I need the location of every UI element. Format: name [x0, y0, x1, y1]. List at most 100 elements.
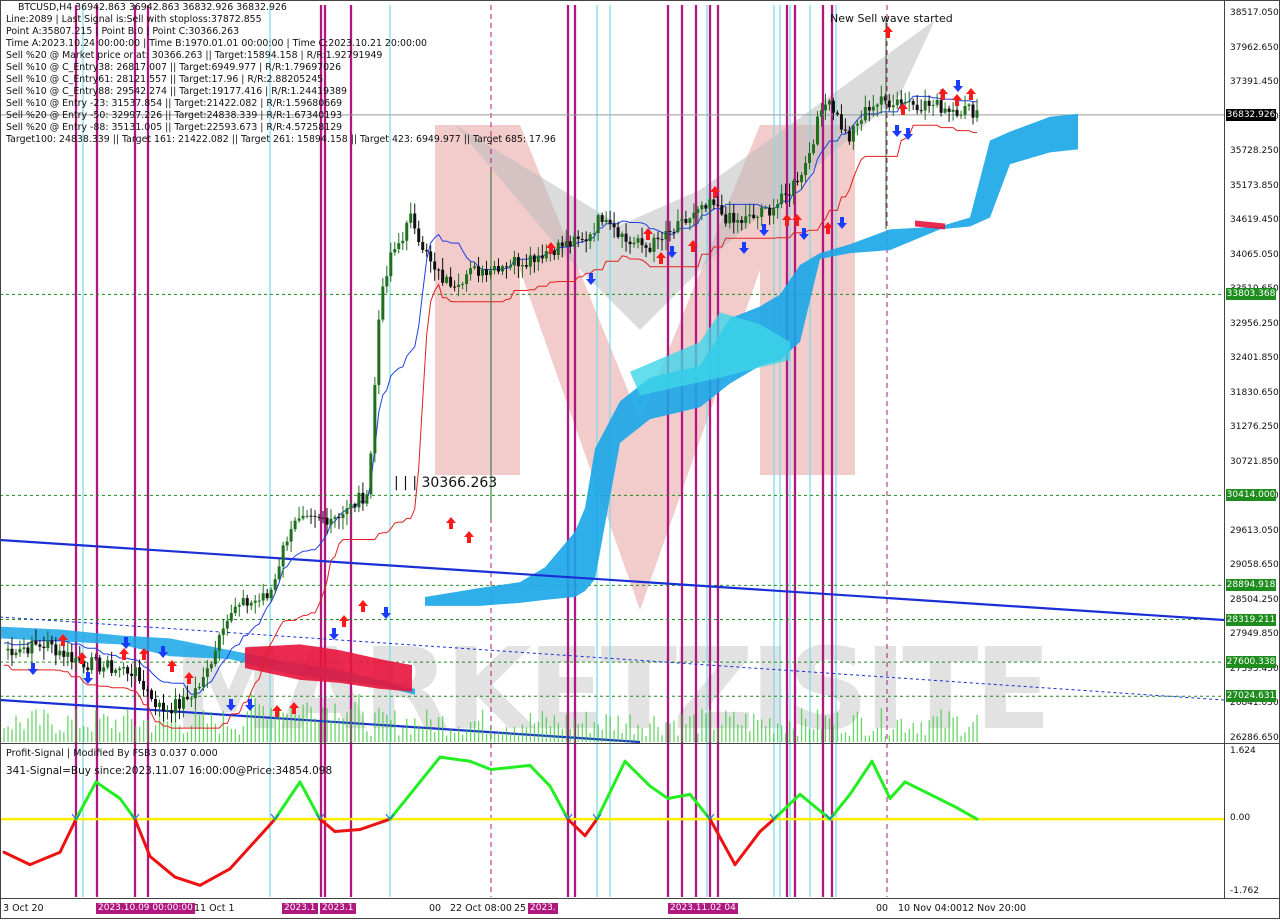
volume-bar — [593, 722, 595, 742]
candle-body — [584, 239, 588, 242]
volume-bar — [533, 723, 536, 742]
volume-bar — [868, 735, 871, 742]
candle-body — [863, 107, 867, 121]
candle-body — [664, 230, 668, 240]
candle-body — [604, 219, 608, 222]
candle-body — [433, 261, 437, 270]
volume-bar — [346, 712, 348, 742]
volume-bar — [402, 727, 404, 742]
volume-bar — [35, 709, 37, 742]
volume-bar — [800, 708, 803, 742]
candle-body — [560, 242, 564, 247]
header-line: Sell %10 @ C_Entry61: 28121.557 || Targe… — [6, 74, 324, 85]
volume-bar — [481, 709, 484, 742]
price-label: 35173.850 — [1230, 180, 1279, 191]
candle-body — [544, 251, 548, 259]
candle-body — [720, 205, 724, 215]
candle-body — [947, 108, 951, 112]
candle-body — [788, 194, 792, 196]
volume-bar — [406, 718, 408, 742]
volume-bar — [545, 717, 548, 742]
candle-body — [26, 647, 30, 654]
candle-body — [851, 125, 855, 142]
candle-body — [401, 240, 405, 244]
volume-bar — [318, 720, 320, 742]
candle-body — [831, 100, 835, 113]
candle-body — [684, 218, 688, 223]
candle-body — [672, 232, 676, 234]
volume-bar — [226, 726, 229, 742]
candle-body — [441, 269, 445, 283]
volume-bar — [521, 724, 524, 742]
candle-body — [34, 640, 38, 645]
candle-body — [269, 589, 273, 599]
candle-body — [891, 105, 895, 108]
candle-body — [704, 205, 708, 209]
price-label: 28504.250 — [1230, 594, 1279, 605]
level-price-tag: 33803.368 — [1226, 288, 1276, 301]
volume-bar — [230, 729, 232, 742]
candle-body — [536, 255, 540, 263]
candle-body — [696, 209, 700, 213]
candle-body — [429, 251, 433, 262]
header-line: Point A:35807.215 | Point B:0 | Point C:… — [6, 26, 240, 37]
candle-body — [855, 123, 859, 126]
volume-bar — [465, 728, 468, 742]
volume-bar — [505, 726, 508, 742]
candle-body — [871, 106, 875, 111]
candle-body — [644, 245, 648, 248]
volume-bar — [549, 725, 552, 742]
candle-body — [572, 236, 576, 247]
candle-body — [616, 227, 620, 238]
candle-body — [46, 640, 50, 649]
volume-bar — [314, 718, 316, 742]
price-label: 37391.450 — [1230, 77, 1279, 88]
volume-bar — [729, 716, 731, 742]
volume-bar — [565, 714, 567, 742]
volume-bar — [274, 716, 276, 742]
header-line: Line:2089 | Last Signal is:Sell with sto… — [6, 14, 262, 25]
volume-bar — [83, 726, 85, 742]
volume-bar — [788, 721, 791, 742]
candle-body — [656, 237, 660, 240]
candle-body — [309, 515, 313, 517]
candle-body — [477, 266, 481, 276]
candle-body — [465, 274, 469, 284]
candle-body — [485, 269, 489, 275]
candle-body — [449, 276, 453, 287]
candle-body — [257, 600, 261, 602]
volume-bar — [142, 720, 145, 742]
candle-body — [923, 100, 927, 111]
candle-body — [189, 698, 193, 700]
volume-bar — [370, 735, 372, 742]
candle-body — [349, 503, 353, 509]
volume-bar — [47, 713, 49, 742]
candle-body — [760, 207, 764, 217]
candle-body — [181, 697, 185, 709]
candle-body — [134, 667, 138, 676]
sell-wave-text: New Sell wave started — [830, 12, 953, 25]
volume-bar — [170, 721, 173, 742]
candle-body — [162, 702, 166, 712]
volume-bar — [206, 723, 209, 742]
volume-bar — [23, 729, 25, 742]
candle-body — [373, 384, 377, 454]
candle-body — [221, 628, 225, 636]
volume-bar — [302, 704, 304, 742]
volume-bar — [820, 729, 823, 742]
candle-body — [142, 681, 146, 690]
candle-body — [839, 114, 843, 130]
volume-bar — [561, 728, 563, 742]
volume-bar — [366, 731, 368, 742]
volume-bar — [749, 731, 751, 742]
volume-bar — [976, 714, 978, 742]
volume-bar — [972, 721, 974, 742]
price-label: 34065.050 — [1230, 249, 1279, 260]
volume-bar — [888, 735, 890, 742]
candle-body — [317, 516, 321, 518]
time-label: 25 — [514, 903, 527, 914]
candle-body — [369, 453, 373, 495]
candle-body — [405, 222, 409, 241]
volume-bar — [210, 711, 213, 742]
volume-bar — [330, 720, 332, 742]
